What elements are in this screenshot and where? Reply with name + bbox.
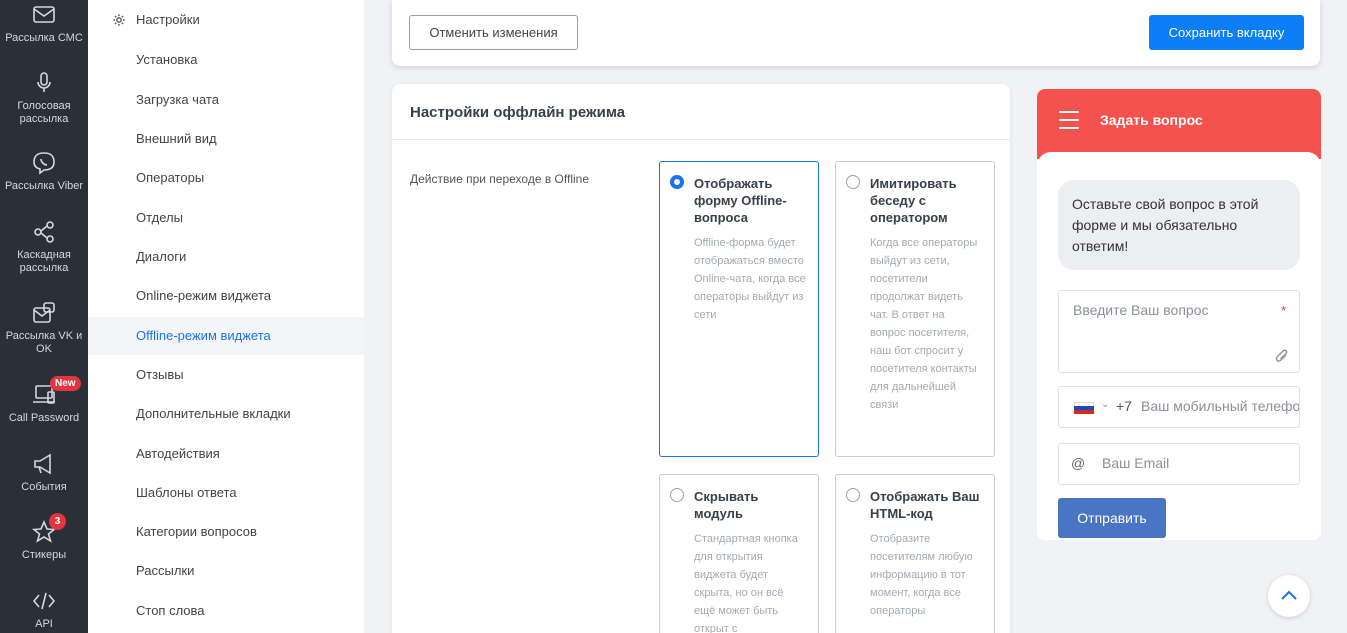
option-title: Имитировать беседу с оператором [870, 176, 957, 225]
option-imitate-conversation[interactable]: Имитировать беседу с оператором Когда вс… [835, 161, 995, 457]
menu-item-install[interactable]: Установка [88, 41, 364, 79]
country-code: +7 [1116, 398, 1132, 414]
rail-item-api[interactable]: API [0, 588, 88, 631]
send-button[interactable]: Отправить [1058, 498, 1166, 538]
radio-button[interactable] [670, 488, 684, 502]
menu-icon[interactable] [1059, 111, 1079, 129]
rail-item-voice[interactable]: Голосовая рассылка [0, 70, 88, 126]
email-input[interactable]: @ Ваш Email [1058, 443, 1300, 485]
menu-item-chat-loading[interactable]: Загрузка чата [88, 81, 364, 119]
option-title: Отображать Ваш HTML-код [870, 489, 980, 521]
widget-body: Оставьте свой вопрос в этой форме и мы о… [1037, 152, 1321, 540]
scroll-to-top-button[interactable] [1268, 575, 1310, 617]
rail-label: Call Password [8, 412, 80, 424]
required-mark: * [1280, 303, 1286, 318]
share-icon [31, 219, 57, 245]
code-icon [31, 588, 57, 614]
gear-icon [112, 13, 136, 27]
menu-item-departments[interactable]: Отделы [88, 199, 364, 237]
question-input[interactable]: Введите Ваш вопрос * [1058, 290, 1300, 373]
email-placeholder: Ваш Email [1102, 455, 1170, 471]
menu-header-label: Настройки [136, 12, 200, 27]
radio-button[interactable] [670, 175, 684, 189]
rail-label: События [21, 481, 67, 493]
rail-item-viber[interactable]: Рассылка Viber [0, 150, 88, 193]
menu-item-reviews[interactable]: Отзывы [88, 356, 364, 394]
at-icon: @ [1071, 455, 1086, 471]
microphone-icon [31, 70, 57, 96]
rail-item-stickers[interactable]: 3 Стикеры [0, 513, 88, 562]
menu-item-question-categories[interactable]: Категории вопросов [88, 513, 364, 551]
menu-item-mailings[interactable]: Рассылки [88, 552, 364, 590]
menu-item-operators[interactable]: Операторы [88, 159, 364, 197]
option-title: Скрывать модуль [694, 489, 759, 521]
offline-action-label: Действие при переходе в Offline [410, 172, 590, 186]
viber-icon [31, 150, 57, 176]
option-description: Стандартная кнопка для открытия виджета … [694, 533, 798, 633]
question-placeholder: Введите Ваш вопрос [1073, 302, 1209, 318]
chevron-down-icon[interactable]: ⌄ [1101, 399, 1109, 410]
menu-item-offline-mode[interactable]: Offline-режим виджета [88, 317, 364, 355]
rail-item-sms[interactable]: Рассылка СМС [0, 2, 88, 45]
divider [392, 139, 1010, 140]
radio-button[interactable] [846, 488, 860, 502]
rail-item-events[interactable]: События [0, 451, 88, 494]
rail-label: Стикеры [21, 549, 67, 561]
widget-header: Задать вопрос [1037, 89, 1321, 159]
action-bar: Отменить изменения Сохранить вкладку [392, 0, 1320, 66]
menu-header[interactable]: Настройки [112, 12, 200, 27]
vk-ok-icon [31, 300, 57, 326]
rail-label: Каскадная рассылка [17, 249, 71, 274]
rail-item-cascade[interactable]: Каскадная рассылка [0, 219, 88, 275]
phone-placeholder: Ваш мобильный телефон [1141, 398, 1300, 414]
option-description: Отобразите посетителям любую информацию … [870, 533, 973, 617]
save-tab-button[interactable]: Сохранить вкладку [1149, 15, 1304, 50]
rail-label: Рассылка Viber [4, 180, 84, 192]
phone-input[interactable]: ⌄ +7 Ваш мобильный телефон [1058, 386, 1300, 428]
settings-menu: Настройки Установка Загрузка чата Внешни… [88, 0, 364, 633]
menu-item-stop-words[interactable]: Стоп слова [88, 592, 364, 630]
option-hide-module[interactable]: Скрывать модуль Стандартная кнопка для о… [659, 474, 819, 633]
rail-item-vk-ok[interactable]: Рассылка VK и OK [0, 300, 88, 356]
rail-label: Голосовая рассылка [17, 100, 71, 125]
message-bubble: Оставьте свой вопрос в этой форме и мы о… [1058, 180, 1300, 270]
envelope-icon [31, 2, 57, 28]
offline-settings-card: Настройки оффлайн режима Действие при пе… [392, 84, 1010, 633]
menu-item-dialogs[interactable]: Диалоги [88, 238, 364, 276]
app-rail: Рассылка СМС Голосовая рассылка Рассылка… [0, 0, 88, 633]
option-show-html[interactable]: Отображать Ваш HTML-код Отобразите посет… [835, 474, 995, 633]
widget-preview: Задать вопрос Оставьте свой вопрос в это… [1037, 89, 1321, 540]
rail-label: API [35, 618, 53, 630]
cancel-changes-button[interactable]: Отменить изменения [409, 15, 578, 50]
option-title: Отображать форму Offline-вопроса [694, 176, 787, 225]
russia-flag-icon[interactable] [1074, 402, 1094, 414]
new-badge: New [50, 376, 81, 391]
option-description: Offline-форма будет отображаться вместо … [694, 237, 806, 321]
rail-label: Рассылка VK и OK [5, 330, 83, 355]
card-title: Настройки оффлайн режима [410, 104, 626, 121]
menu-item-extra-tabs[interactable]: Дополнительные вкладки [88, 395, 364, 433]
menu-item-reply-templates[interactable]: Шаблоны ответа [88, 474, 364, 512]
option-description: Когда все операторы выйдут из сети, посе… [870, 237, 978, 411]
count-badge: 3 [49, 513, 66, 530]
menu-item-autoactions[interactable]: Автодействия [88, 435, 364, 473]
megaphone-icon [31, 451, 57, 477]
widget-title: Задать вопрос [1100, 112, 1203, 128]
menu-item-appearance[interactable]: Внешний вид [88, 120, 364, 158]
chevron-up-icon [1281, 590, 1297, 600]
paperclip-icon[interactable] [1275, 348, 1289, 364]
option-show-offline-form[interactable]: Отображать форму Offline-вопроса Offline… [659, 161, 819, 457]
rail-item-call-password[interactable]: New Call Password [0, 376, 88, 425]
radio-button[interactable] [846, 175, 860, 189]
menu-item-online-mode[interactable]: Online-режим виджета [88, 277, 364, 315]
rail-label: Рассылка СМС [5, 32, 83, 44]
